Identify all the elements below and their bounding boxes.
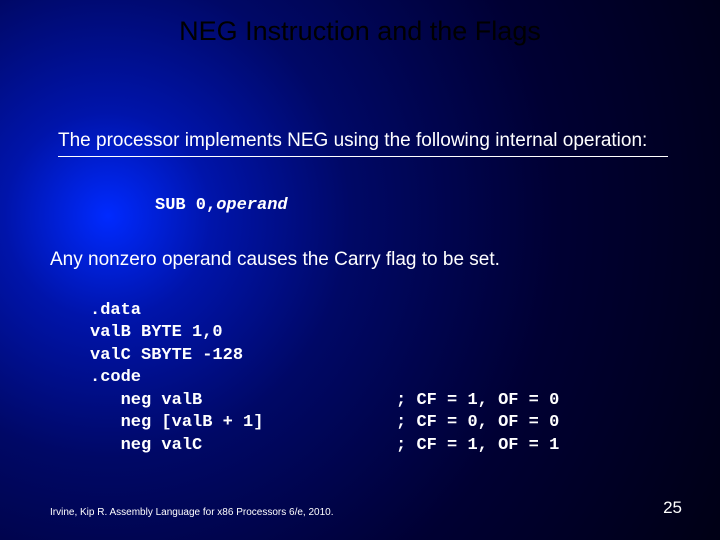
code-example: .data valB BYTE 1,0 valC SBYTE -128 .cod… <box>90 300 559 457</box>
footer-citation: Irvine, Kip R. Assembly Language for x86… <box>50 507 334 518</box>
sub-instruction: SUB 0,operand <box>155 196 288 215</box>
paragraph-intro: The processor implements NEG using the f… <box>58 128 668 157</box>
slide-title: NEG Instruction and the Flags <box>0 16 720 47</box>
sub-operand: operand <box>216 196 287 215</box>
slide: NEG Instruction and the Flags The proces… <box>0 0 720 540</box>
paragraph-carryflag: Any nonzero operand causes the Carry fla… <box>50 248 670 273</box>
page-number: 25 <box>663 498 682 518</box>
sub-prefix: SUB 0, <box>155 196 216 215</box>
